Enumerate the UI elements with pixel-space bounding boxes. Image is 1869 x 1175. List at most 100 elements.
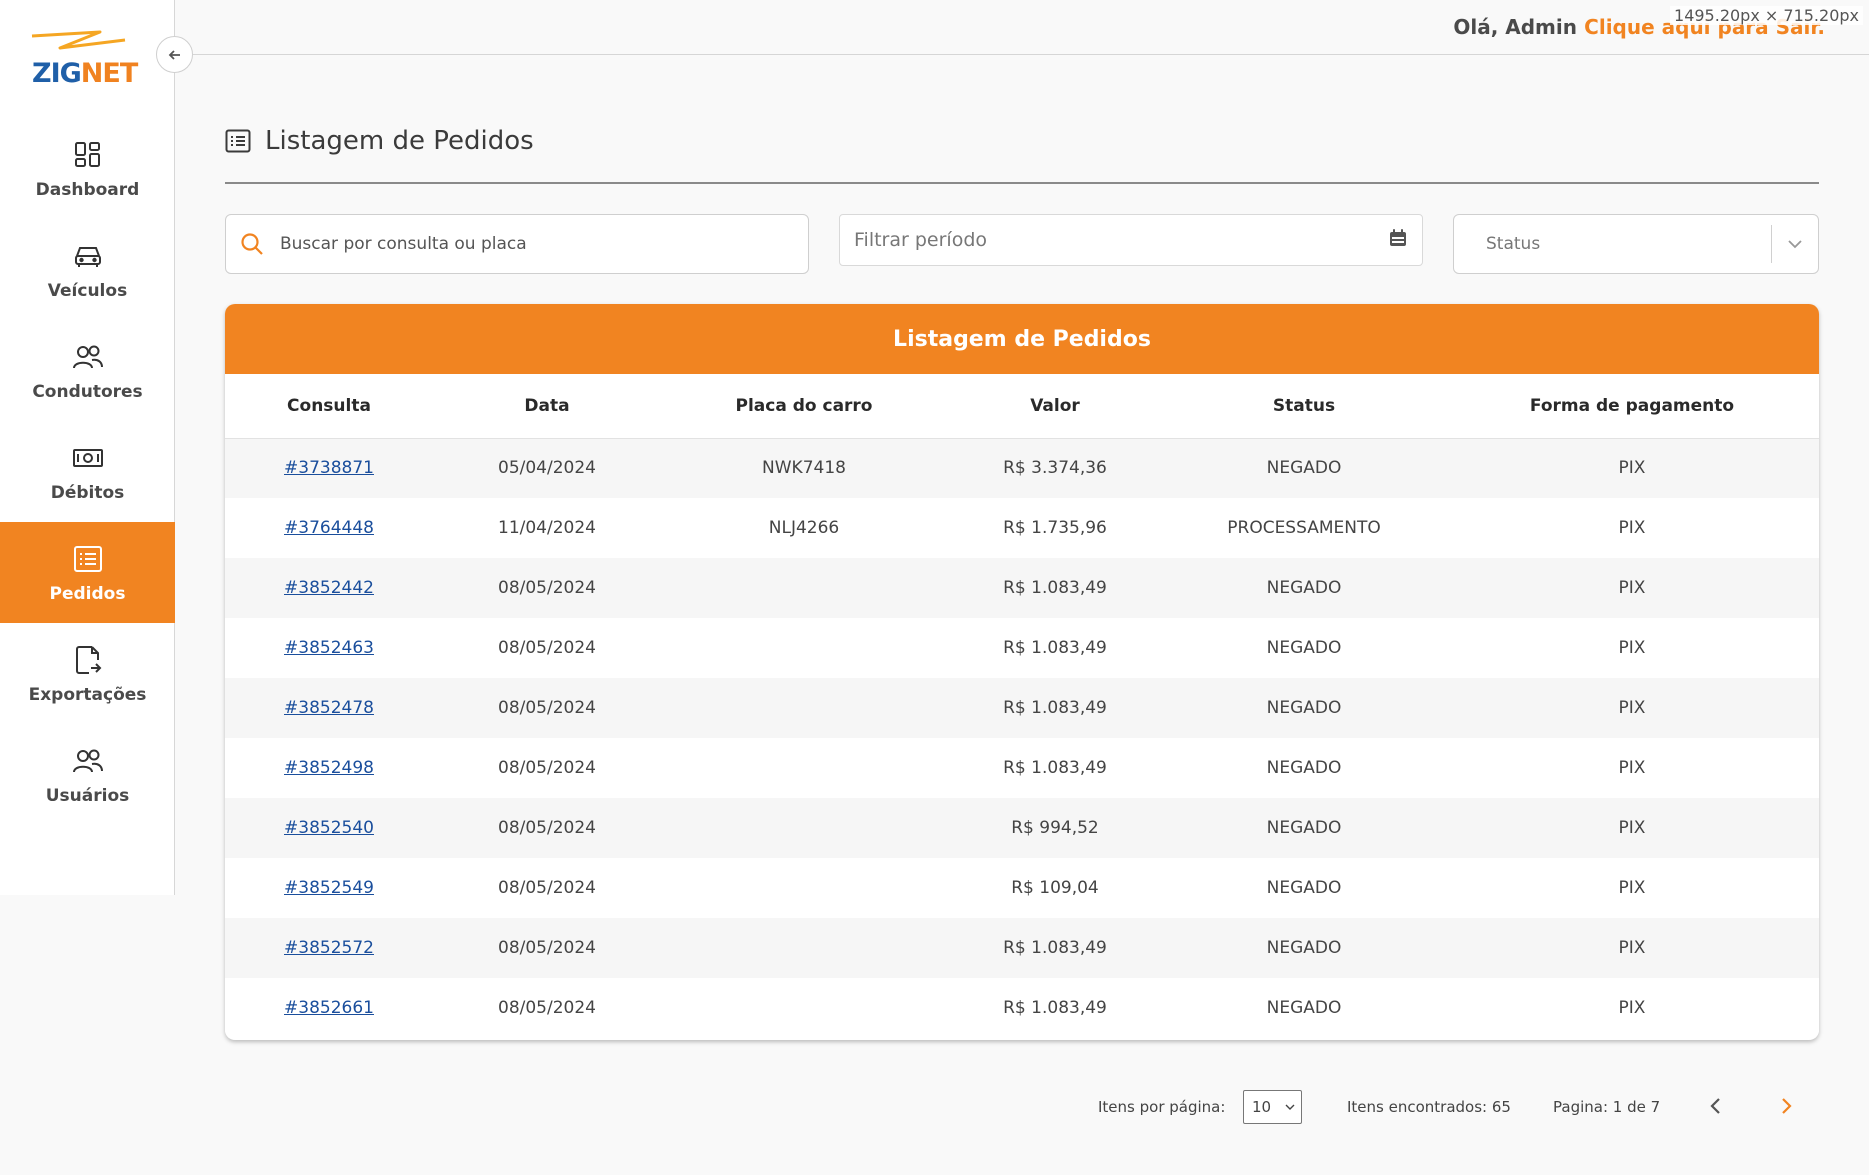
cell-pagamento: PIX: [1445, 978, 1819, 1038]
table-row[interactable]: #3852661 08/05/2024 R$ 1.083,49 NEGADO PIX: [225, 978, 1819, 1038]
table-row[interactable]: #3852498 08/05/2024 R$ 1.083,49 NEGADO PIX: [225, 738, 1819, 798]
cell-status-text: NEGADO: [1266, 938, 1342, 958]
cell-valor-text: R$ 109,04: [1011, 878, 1099, 898]
cell-placa: [661, 918, 947, 978]
cell-consulta: #3852572: [225, 918, 433, 978]
file-export-icon: [74, 643, 102, 677]
cell-placa-text: NWK7418: [762, 458, 846, 479]
cell-data: 11/04/2024: [433, 498, 661, 558]
sidebar-item-veiculos[interactable]: Veículos: [0, 219, 175, 320]
cell-status-text: NEGADO: [1266, 818, 1342, 838]
previous-page-button[interactable]: [1704, 1094, 1728, 1118]
table-row[interactable]: #3852478 08/05/2024 R$ 1.083,49 NEGADO PIX: [225, 678, 1819, 738]
topbar: Olá, Admin Clique aqui para Sair. 1495.2…: [175, 0, 1869, 55]
orders-table: Consulta Data Placa do carro Valor Statu…: [225, 374, 1819, 1038]
cell-pagamento-text: PIX: [1618, 578, 1646, 598]
sidebar-item-pedidos[interactable]: Pedidos: [0, 522, 175, 623]
cell-status: NEGADO: [1163, 858, 1445, 918]
items-per-page-value: 10: [1252, 1098, 1272, 1116]
order-link[interactable]: #3852661: [284, 998, 374, 1018]
cell-consulta: #3852661: [225, 978, 433, 1038]
arrow-left-icon: [168, 49, 180, 60]
items-found: Itens encontrados: 65: [1347, 1098, 1511, 1116]
cell-placa: [661, 618, 947, 678]
cell-data-text: 08/05/2024: [498, 878, 596, 898]
cell-data: 08/05/2024: [433, 918, 661, 978]
pagination: Itens por página: 10 Itens encontrados: …: [0, 1090, 1869, 1124]
users-icon: [72, 340, 104, 374]
money-icon: [72, 441, 104, 475]
cell-valor-text: R$ 1.083,49: [1003, 578, 1107, 598]
sidebar-item-label: Usuários: [45, 785, 130, 806]
table-row[interactable]: #3852572 08/05/2024 R$ 1.083,49 NEGADO PIX: [225, 918, 1819, 978]
order-link[interactable]: #3738871: [284, 458, 374, 478]
sidebar-item-label: Débitos: [50, 482, 125, 503]
cell-placa: [661, 798, 947, 858]
search-input[interactable]: [280, 234, 780, 254]
cell-data-text: 08/05/2024: [498, 938, 596, 958]
logo-text-zig: ZIG: [32, 58, 82, 89]
period-filter[interactable]: [839, 214, 1423, 266]
sidebar-item-usuarios[interactable]: Usuários: [0, 724, 175, 825]
items-per-page-label: Itens por página:: [1098, 1098, 1226, 1116]
calendar-icon[interactable]: [1388, 228, 1408, 252]
sidebar-item-condutores[interactable]: Condutores: [0, 320, 175, 421]
table-row[interactable]: #3852549 08/05/2024 R$ 109,04 NEGADO PIX: [225, 858, 1819, 918]
cell-pagamento: PIX: [1445, 858, 1819, 918]
next-page-button[interactable]: [1774, 1094, 1798, 1118]
order-link[interactable]: #3852549: [284, 878, 374, 898]
column-header-pagamento: Forma de pagamento: [1445, 374, 1819, 439]
title-divider: [225, 182, 1819, 184]
cell-data-text: 08/05/2024: [498, 638, 596, 658]
order-link[interactable]: #3852540: [284, 818, 374, 838]
cell-pagamento: PIX: [1445, 738, 1819, 798]
collapse-sidebar-button[interactable]: [156, 36, 193, 73]
cell-data: 08/05/2024: [433, 558, 661, 618]
cell-consulta: #3852540: [225, 798, 433, 858]
zignet-logo[interactable]: ZIGNET: [30, 30, 150, 89]
sidebar-item-exportacoes[interactable]: Exportações: [0, 623, 175, 724]
cell-valor-text: R$ 1.083,49: [1003, 758, 1107, 778]
cell-status: NEGADO: [1163, 438, 1445, 498]
cell-pagamento-text: PIX: [1618, 878, 1646, 898]
page-title-text: Listagem de Pedidos: [265, 126, 534, 156]
cell-data: 05/04/2024: [433, 438, 661, 498]
list-icon: [225, 129, 251, 153]
order-link[interactable]: #3852498: [284, 758, 374, 778]
period-input[interactable]: [854, 229, 1334, 251]
search-icon: [240, 232, 264, 256]
sidebar-nav: Dashboard Veículos Condutores Débitos Pe…: [0, 118, 175, 825]
order-link[interactable]: #3852572: [284, 938, 374, 958]
order-link[interactable]: #3852463: [284, 638, 374, 658]
sidebar-item-debitos[interactable]: Débitos: [0, 421, 175, 522]
cell-valor-text: R$ 1.083,49: [1003, 638, 1107, 658]
table-row[interactable]: #3852442 08/05/2024 R$ 1.083,49 NEGADO PIX: [225, 558, 1819, 618]
cell-status-text: NEGADO: [1266, 758, 1342, 778]
cell-placa: NLJ4266: [661, 498, 947, 558]
cell-valor: R$ 1.083,49: [947, 558, 1163, 618]
items-per-page-select[interactable]: 10: [1243, 1090, 1302, 1124]
status-select[interactable]: Status: [1453, 214, 1819, 274]
cell-valor-text: R$ 1.083,49: [1003, 698, 1107, 718]
chevron-down-icon: [1285, 1104, 1295, 1110]
cell-pagamento: PIX: [1445, 438, 1819, 498]
sidebar-item-dashboard[interactable]: Dashboard: [0, 118, 175, 219]
cell-valor: R$ 1.735,96: [947, 498, 1163, 558]
cell-valor: R$ 109,04: [947, 858, 1163, 918]
cell-consulta: #3738871: [225, 438, 433, 498]
order-link[interactable]: #3764448: [284, 518, 374, 538]
column-header-consulta: Consulta: [225, 374, 433, 439]
sidebar-item-label: Condutores: [32, 381, 143, 402]
table-row[interactable]: #3764448 11/04/2024 NLJ4266 R$ 1.735,96 PROC…: [225, 498, 1819, 558]
sidebar: ZIGNET Dashboard Veículos Condutores Déb…: [0, 0, 175, 895]
cell-data-text: 08/05/2024: [498, 998, 596, 1018]
chevron-down-icon[interactable]: [1772, 239, 1818, 249]
table-row[interactable]: #3852540 08/05/2024 R$ 994,52 NEGADO PIX: [225, 798, 1819, 858]
order-link[interactable]: #3852478: [284, 698, 374, 718]
cell-consulta: #3852549: [225, 858, 433, 918]
cell-placa: [661, 678, 947, 738]
table-row[interactable]: #3852463 08/05/2024 R$ 1.083,49 NEGADO PIX: [225, 618, 1819, 678]
table-row[interactable]: #3738871 05/04/2024 NWK7418 R$ 3.374,36 NEGA…: [225, 438, 1819, 498]
order-link[interactable]: #3852442: [284, 578, 374, 598]
search-box[interactable]: [225, 214, 809, 274]
